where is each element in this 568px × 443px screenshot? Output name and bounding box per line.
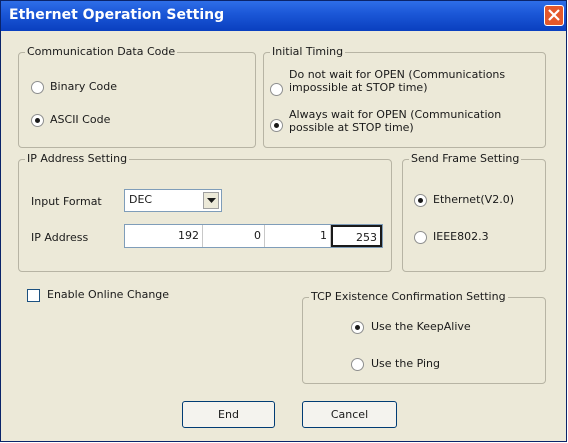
always-wait-open-radio[interactable] xyxy=(270,119,283,132)
ip-address-setting-legend: IP Address Setting xyxy=(25,152,130,165)
ieee8023-label: IEEE802.3 xyxy=(433,230,489,243)
input-format-value: DEC xyxy=(129,193,153,206)
do-not-wait-open-label: Do not wait for OPEN (Communications imp… xyxy=(289,68,505,94)
send-frame-setting-legend: Send Frame Setting xyxy=(409,152,522,165)
do-not-wait-open-line1: Do not wait for OPEN (Communications xyxy=(289,68,506,81)
ip-address-setting-group: IP Address Setting xyxy=(18,152,392,272)
use-ping-radio[interactable] xyxy=(351,358,364,371)
ascii-code-label: ASCII Code xyxy=(50,113,111,126)
ethernet-v2-label: Ethernet(V2.0) xyxy=(433,193,514,206)
close-button[interactable] xyxy=(544,5,564,26)
tcp-existence-confirmation-legend: TCP Existence Confirmation Setting xyxy=(309,290,508,303)
communication-data-code-group: Communication Data Code xyxy=(18,45,256,148)
radio-selected-dot xyxy=(274,123,279,128)
ethernet-v2-radio[interactable] xyxy=(414,194,427,207)
use-ping-label: Use the Ping xyxy=(371,357,440,370)
binary-code-radio[interactable] xyxy=(31,81,44,94)
ip-address-field[interactable]: 192 0 1 253 xyxy=(124,224,383,248)
ip-octet-4[interactable]: 253 xyxy=(331,225,382,247)
enable-online-change-label: Enable Online Change xyxy=(47,288,170,301)
always-wait-open-line2: possible at STOP time) xyxy=(289,121,414,134)
radio-selected-dot xyxy=(355,325,360,330)
end-button-label: End xyxy=(218,408,239,421)
use-keepalive-radio[interactable] xyxy=(351,321,364,334)
title-bar[interactable]: Ethernet Operation Setting xyxy=(1,1,566,31)
ip-octet-1[interactable]: 192 xyxy=(125,225,203,247)
do-not-wait-open-radio[interactable] xyxy=(270,83,283,96)
do-not-wait-open-line2: impossible at STOP time) xyxy=(289,81,428,94)
binary-code-label: Binary Code xyxy=(50,80,118,93)
ethernet-operation-setting-dialog: Ethernet Operation Setting Communication… xyxy=(0,0,567,442)
communication-data-code-legend: Communication Data Code xyxy=(25,45,178,58)
radio-selected-dot xyxy=(418,198,423,203)
input-format-label: Input Format xyxy=(31,195,102,208)
always-wait-open-label: Always wait for OPEN (Communication poss… xyxy=(289,108,501,134)
ip-octet-3[interactable]: 1 xyxy=(265,225,331,247)
window-title: Ethernet Operation Setting xyxy=(9,7,225,23)
end-button[interactable]: End xyxy=(182,401,275,428)
ieee8023-radio[interactable] xyxy=(414,231,427,244)
enable-online-change-checkbox[interactable] xyxy=(27,289,40,302)
ip-address-label: IP Address xyxy=(31,231,89,244)
send-frame-setting-group: Send Frame Setting xyxy=(402,152,546,272)
radio-selected-dot xyxy=(35,118,40,123)
initial-timing-legend: Initial Timing xyxy=(270,45,346,58)
ip-octet-2[interactable]: 0 xyxy=(203,225,265,247)
cancel-button[interactable]: Cancel xyxy=(302,401,397,428)
input-format-dropdown-button[interactable] xyxy=(203,192,219,209)
ascii-code-radio[interactable] xyxy=(31,114,44,127)
always-wait-open-line1: Always wait for OPEN (Communication xyxy=(289,108,502,121)
close-icon xyxy=(548,9,560,21)
tcp-existence-confirmation-group: TCP Existence Confirmation Setting xyxy=(302,290,546,384)
chevron-down-icon xyxy=(207,198,216,203)
input-format-select[interactable]: DEC xyxy=(124,189,222,212)
use-keepalive-label: Use the KeepAlive xyxy=(371,320,471,333)
cancel-button-label: Cancel xyxy=(330,408,369,421)
